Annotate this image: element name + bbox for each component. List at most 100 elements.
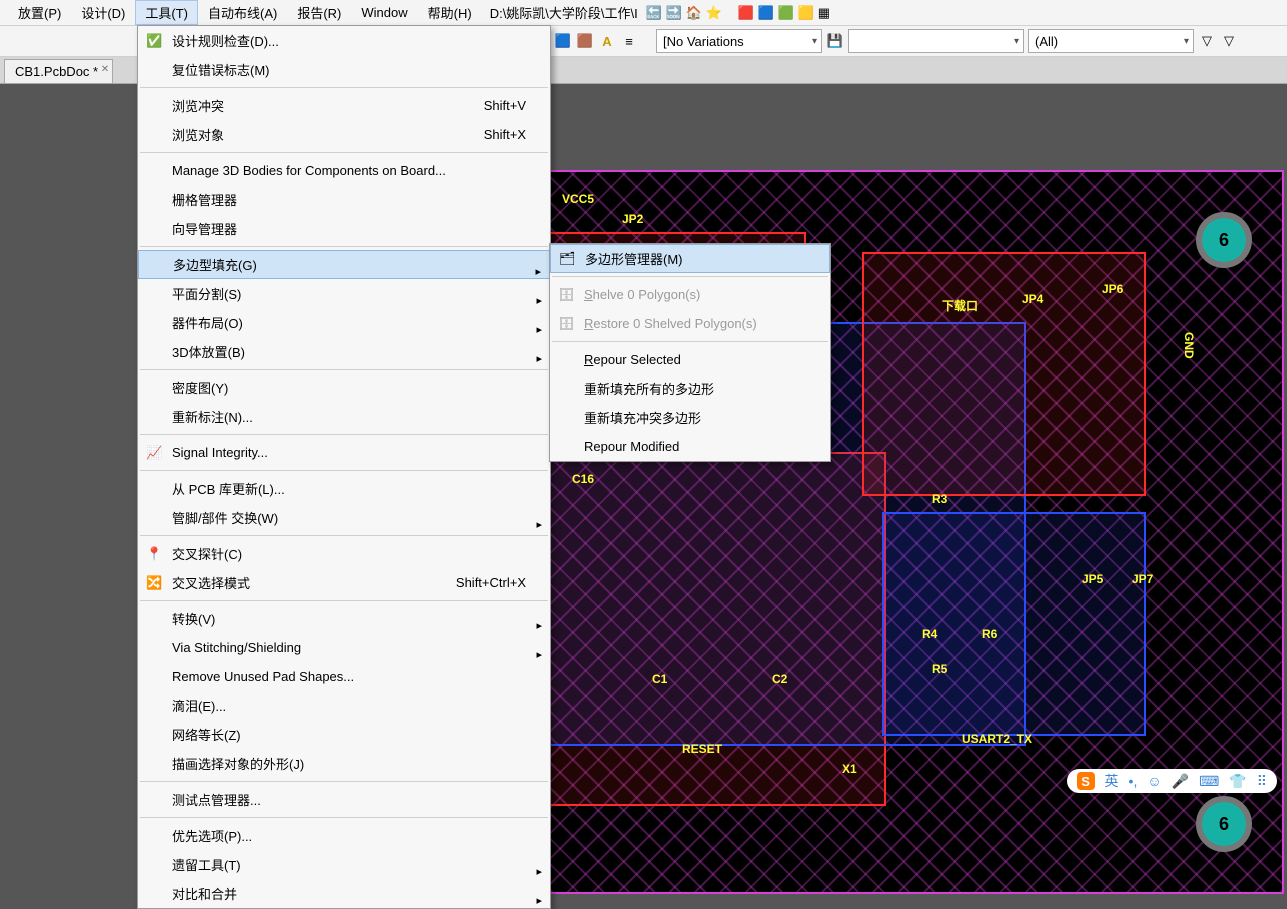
mi-remove-pad[interactable]: Remove Unused Pad Shapes... xyxy=(138,662,550,691)
menu-help[interactable]: 帮助(H) xyxy=(418,0,482,25)
funnel2-icon[interactable]: ▽ xyxy=(1220,32,1238,50)
mi-guide-mgr[interactable]: 向导管理器 xyxy=(138,214,550,243)
mi-outline-sel[interactable]: 描画选择对象的外形(J) xyxy=(138,749,550,778)
mi-browse-obj[interactable]: 浏览对象 Shift+X xyxy=(138,120,550,149)
silk-gnd: GND xyxy=(1182,332,1196,359)
mi-browse-conflict[interactable]: 浏览冲突 Shift+V xyxy=(138,91,550,120)
mi-comp-place[interactable]: 器件布局(O) xyxy=(138,308,550,337)
palette1-icon[interactable]: 🟥 xyxy=(738,5,754,21)
mi-compare[interactable]: 对比和合并 xyxy=(138,879,550,908)
silk-c2: C2 xyxy=(772,672,787,686)
mi-shelve: 🗄 Shelve 0 Polygon(s) xyxy=(550,280,830,309)
menu-place[interactable]: 放置(P) xyxy=(8,0,71,25)
mi-cross-select[interactable]: 🔀 交叉选择模式 Shift+Ctrl+X xyxy=(138,568,550,597)
menu-window[interactable]: Window xyxy=(351,2,417,23)
silk-r5: R5 xyxy=(932,662,947,676)
mi-poly-fill[interactable]: 多边型填充(G) xyxy=(138,250,550,279)
mi-repour-sel[interactable]: Repour Selected xyxy=(550,345,830,374)
silk-jp4: JP4 xyxy=(1022,292,1043,306)
menu-autoroute[interactable]: 自动布线(A) xyxy=(198,0,287,25)
mi-restore: 🗄 Restore 0 Shelved Polygon(s) xyxy=(550,309,830,338)
doc-tab[interactable]: CB1.PcbDoc * ✕ xyxy=(4,59,113,83)
ime-kbd-icon[interactable]: ⌨ xyxy=(1199,773,1219,790)
ime-logo-icon: S xyxy=(1077,772,1095,790)
mi-grid-mgr[interactable]: 栅格管理器 xyxy=(138,185,550,214)
silk-c16: C16 xyxy=(572,472,594,486)
mi-3dbody-place[interactable]: 3D体放置(B) xyxy=(138,337,550,366)
silk-download: 下载口 xyxy=(942,297,978,314)
menu-design[interactable]: 设计(D) xyxy=(71,0,135,25)
mi-update-from-lib[interactable]: 从 PCB 库更新(L)... xyxy=(138,474,550,503)
mi-plane-split[interactable]: 平面分割(S) xyxy=(138,279,550,308)
silk-r6: R6 xyxy=(982,627,997,641)
mi-repour-mod[interactable]: Repour Modified xyxy=(550,432,830,461)
star-icon[interactable]: ⭐ xyxy=(706,5,722,21)
palette4-icon[interactable]: 🟨 xyxy=(798,5,814,21)
palette2-icon[interactable]: 🟦 xyxy=(758,5,774,21)
ime-punct-icon[interactable]: •, xyxy=(1129,773,1138,789)
mi-via-stitch[interactable]: Via Stitching/Shielding xyxy=(138,633,550,662)
filter-combo-1[interactable] xyxy=(848,29,1024,53)
funnel-icon[interactable]: ▽ xyxy=(1198,32,1216,50)
silk-r4: R4 xyxy=(922,627,937,641)
filter-combo-all[interactable]: (All) xyxy=(1028,29,1194,53)
mi-drc[interactable]: ✅ 设计规则检查(D)... xyxy=(138,26,550,55)
ime-mic-icon[interactable]: 🎤 xyxy=(1172,773,1189,790)
mi-pin-swap[interactable]: 管脚/部件 交换(W) xyxy=(138,503,550,532)
silk-jp2: JP2 xyxy=(622,212,643,226)
mi-density[interactable]: 密度图(Y) xyxy=(138,373,550,402)
layer1-icon[interactable]: 🟦 xyxy=(554,32,572,50)
polygon-submenu: 🗂 多边形管理器(M) 🗄 Shelve 0 Polygon(s) 🗄 Rest… xyxy=(549,243,831,462)
back-icon[interactable]: 🔙 xyxy=(646,5,662,21)
mi-sig-integrity[interactable]: 📈 Signal Integrity... xyxy=(138,438,550,467)
doc-tab-label: CB1.PcbDoc * xyxy=(15,64,98,79)
mi-net-eq[interactable]: 网络等长(Z) xyxy=(138,720,550,749)
mi-manage-3d[interactable]: Manage 3D Bodies for Components on Board… xyxy=(138,156,550,185)
grid-icon[interactable]: ▦ xyxy=(818,5,834,21)
close-icon[interactable]: ✕ xyxy=(101,64,109,75)
mi-poly-manager[interactable]: 🗂 多边形管理器(M) xyxy=(550,244,830,273)
xsel-icon: 🔀 xyxy=(146,575,162,591)
mi-convert[interactable]: 转换(V) xyxy=(138,604,550,633)
ime-grip-icon[interactable]: ⠿ xyxy=(1257,773,1267,790)
breadcrumb-path: D:\姚际凯\大学阶段\工作\I xyxy=(490,3,638,22)
ime-skin-icon[interactable]: 👕 xyxy=(1229,773,1246,790)
tools-dropdown: ✅ 设计规则检查(D)... 复位错误标志(M) 浏览冲突 Shift+V 浏览… xyxy=(137,25,551,909)
forward-icon[interactable]: 🔜 xyxy=(666,5,682,21)
silk-r3: R3 xyxy=(932,492,947,506)
silk-x1: X1 xyxy=(842,762,857,776)
menubar: 放置(P) 设计(D) 工具(T) 自动布线(A) 报告(R) Window 帮… xyxy=(0,0,1287,26)
mi-testpoint[interactable]: 测试点管理器... xyxy=(138,785,550,814)
mi-cross-probe[interactable]: 📍 交叉探针(C) xyxy=(138,539,550,568)
home-icon[interactable]: 🏠 xyxy=(686,5,702,21)
dim-icon[interactable]: ≡ xyxy=(620,32,638,50)
layer2-icon[interactable]: 🟫 xyxy=(576,32,594,50)
mounting-pad-tr: 6 xyxy=(1196,212,1252,268)
silk-usart: USART2_TX xyxy=(962,732,1032,746)
silk-jp6: JP6 xyxy=(1102,282,1123,296)
mi-reset-err[interactable]: 复位错误标志(M) xyxy=(138,55,550,84)
variations-combo[interactable]: [No Variations xyxy=(656,29,822,53)
silk-jp7: JP7 xyxy=(1132,572,1153,586)
mi-repour-viol[interactable]: 重新填充冲突多边形 xyxy=(550,403,830,432)
drc-icon: ✅ xyxy=(146,33,162,49)
mi-prefs[interactable]: 优先选项(P)... xyxy=(138,821,550,850)
poly-mgr-icon: 🗂 xyxy=(559,251,575,267)
silk-c1: C1 xyxy=(652,672,667,686)
chip-icon[interactable]: 💾 xyxy=(826,32,844,50)
sig-icon: 📈 xyxy=(146,445,162,461)
text-icon[interactable]: A xyxy=(598,32,616,50)
ime-face-icon[interactable]: ☺ xyxy=(1147,773,1161,789)
mi-legacy[interactable]: 遗留工具(T) xyxy=(138,850,550,879)
mi-repour-all[interactable]: 重新填充所有的多边形 xyxy=(550,374,830,403)
menu-report[interactable]: 报告(R) xyxy=(287,0,351,25)
mi-teardrop[interactable]: 滴泪(E)... xyxy=(138,691,550,720)
shelve-icon: 🗄 xyxy=(558,287,574,303)
menu-tools[interactable]: 工具(T) xyxy=(135,0,198,25)
ime-toolbar[interactable]: S 英 •, ☺ 🎤 ⌨ 👕 ⠿ xyxy=(1067,769,1277,793)
ime-lang[interactable]: 英 xyxy=(1105,771,1119,791)
silk-reset: RESET xyxy=(682,742,722,756)
silk-jp5: JP5 xyxy=(1082,572,1103,586)
mi-reannotate[interactable]: 重新标注(N)... xyxy=(138,402,550,431)
palette3-icon[interactable]: 🟩 xyxy=(778,5,794,21)
